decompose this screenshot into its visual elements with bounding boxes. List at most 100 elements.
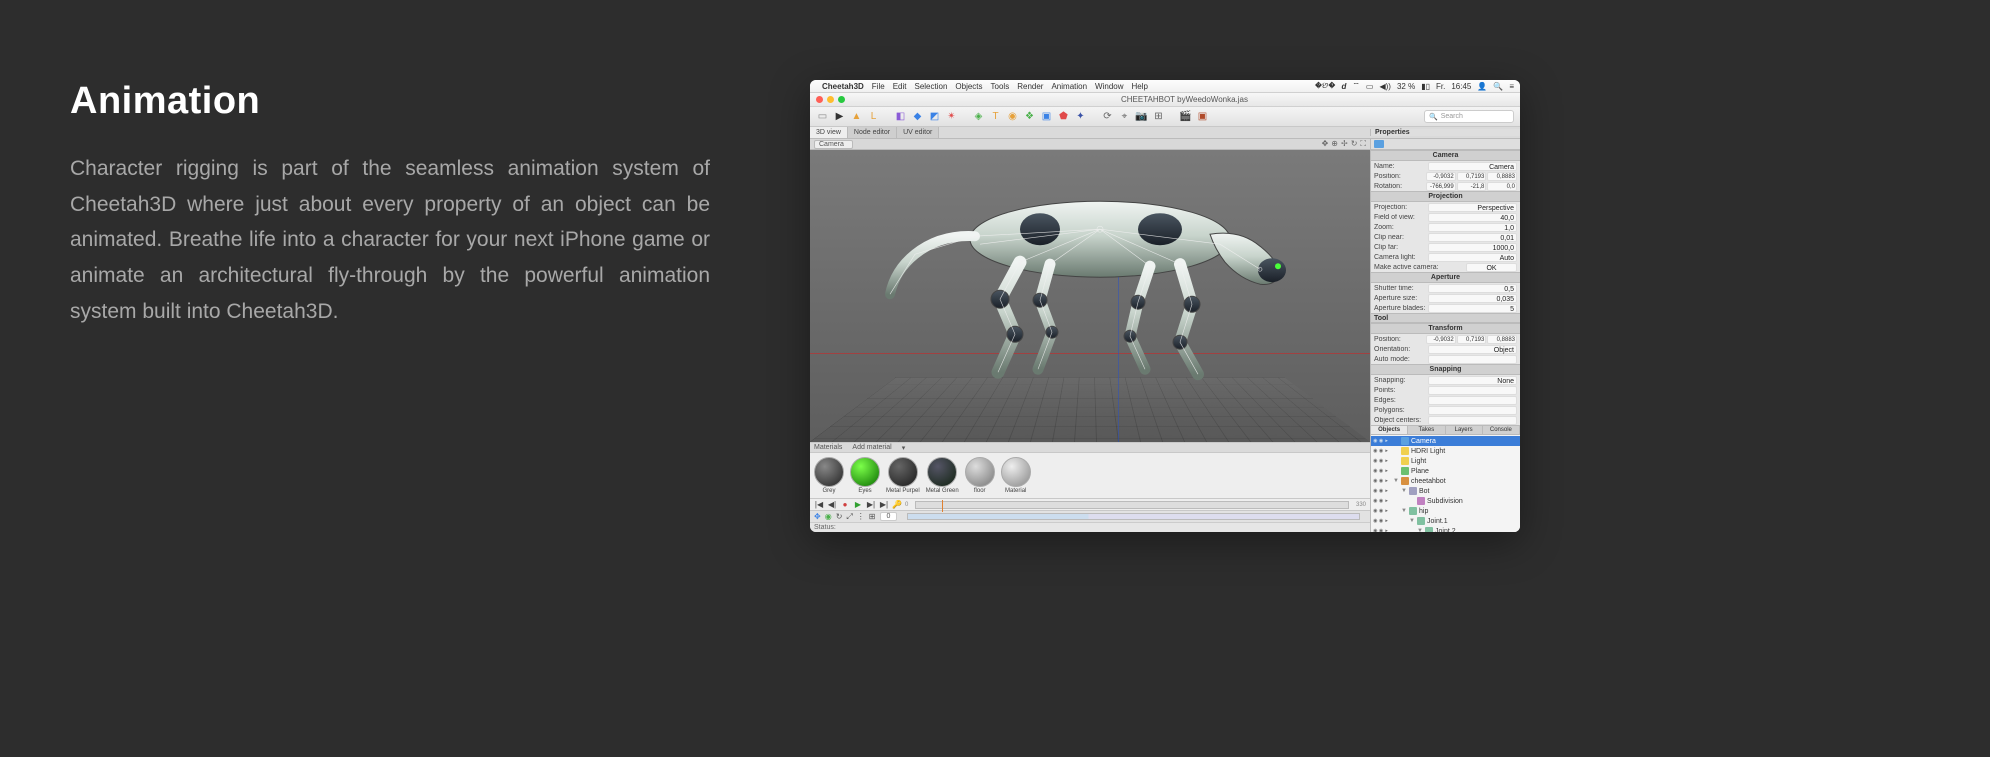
disclosure-icon[interactable]: ▼	[1417, 528, 1423, 532]
menu-app[interactable]: Cheetah3D	[822, 82, 864, 91]
toolbar-icon-6[interactable]: ◆	[911, 110, 924, 123]
toolbar-icon-12[interactable]: ◉	[1006, 110, 1019, 123]
menu-edit[interactable]: Edit	[893, 82, 907, 91]
prop-rotation-value[interactable]: -766,999-21,80,0	[1426, 182, 1517, 191]
toolbar-icon-21[interactable]: ⊞	[1152, 110, 1165, 123]
toolbar-icon-10[interactable]: ◈	[972, 110, 985, 123]
toolbar-icon-0[interactable]: ▭	[816, 110, 829, 123]
progress-bar[interactable]	[907, 513, 1360, 520]
chevron-down-icon[interactable]: ▾	[902, 444, 906, 452]
render-icon[interactable]: ◉	[1379, 519, 1384, 524]
tool-position[interactable]: -0,90320,71930,8883	[1426, 335, 1517, 344]
tool-move-icon[interactable]: ✥	[814, 512, 821, 521]
vp-nav-icon[interactable]: ✥	[1322, 139, 1329, 149]
material-eyes[interactable]: Eyes	[850, 457, 880, 494]
status-display-icon[interactable]: ▭	[1366, 82, 1374, 91]
tree-item-light[interactable]: ◉◉▸Light	[1371, 456, 1520, 466]
tree-item-joint-2[interactable]: ◉◉▸▼Joint.2	[1371, 526, 1520, 532]
render-icon[interactable]: ◉	[1379, 529, 1384, 533]
tab-takes[interactable]: Takes	[1408, 426, 1445, 434]
material-material[interactable]: Material	[1001, 457, 1031, 494]
render-icon[interactable]: ◉	[1379, 499, 1384, 504]
prop-projection[interactable]: Perspective	[1428, 203, 1517, 212]
tab-objects[interactable]: Objects	[1371, 426, 1408, 434]
toolbar-icon-14[interactable]: ▣	[1040, 110, 1053, 123]
material-floor[interactable]: floor	[965, 457, 995, 494]
render-icon[interactable]: ◉	[1379, 509, 1384, 514]
tree-item-joint-1[interactable]: ◉◉▸▼Joint.1	[1371, 516, 1520, 526]
material-grey[interactable]: Grey	[814, 457, 844, 494]
tool-automode[interactable]	[1428, 355, 1517, 364]
lock-icon[interactable]: ▸	[1384, 479, 1389, 484]
lock-icon[interactable]: ▸	[1384, 519, 1389, 524]
prop-fov[interactable]: 40,0	[1428, 213, 1517, 222]
status-volume-icon[interactable]: ◀))	[1379, 82, 1390, 91]
toolbar-icon-1[interactable]: ▶	[833, 110, 846, 123]
visibility-icon[interactable]: ◉	[1373, 529, 1378, 533]
vp-pan-icon[interactable]: ✢	[1341, 139, 1348, 149]
lock-icon[interactable]: ▸	[1384, 489, 1389, 494]
visibility-icon[interactable]: ◉	[1373, 509, 1378, 514]
prop-zoom[interactable]: 1,0	[1428, 223, 1517, 232]
maximize-button[interactable]	[838, 96, 845, 103]
toolbar-icon-13[interactable]: ❖	[1023, 110, 1036, 123]
status-user-icon[interactable]: 👤	[1477, 82, 1487, 91]
render-icon[interactable]: ◉	[1379, 479, 1384, 484]
visibility-icon[interactable]: ◉	[1373, 469, 1378, 474]
render-icon[interactable]: ◉	[1379, 489, 1384, 494]
status-dropbox-icon[interactable]: �છ�	[1315, 81, 1336, 91]
disclosure-icon[interactable]: ▼	[1393, 478, 1399, 484]
snap-points[interactable]	[1428, 386, 1517, 395]
lock-icon[interactable]: ▸	[1384, 529, 1389, 533]
menu-render[interactable]: Render	[1017, 82, 1043, 91]
prop-name-value[interactable]: Camera	[1428, 162, 1517, 171]
toolbar-icon-3[interactable]: L	[867, 110, 880, 123]
tree-item-plane[interactable]: ◉◉▸Plane	[1371, 466, 1520, 476]
lock-icon[interactable]: ▸	[1384, 449, 1389, 454]
toolbar-icon-19[interactable]: ⌖	[1118, 110, 1131, 123]
menu-selection[interactable]: Selection	[914, 82, 947, 91]
render-icon[interactable]: ◉	[1379, 439, 1384, 444]
prop-position-value[interactable]: -0,90320,71930,8883	[1426, 172, 1517, 181]
menu-objects[interactable]: Objects	[955, 82, 982, 91]
status-wifi-icon[interactable]: ⌔	[1352, 81, 1360, 91]
snap-centers[interactable]	[1428, 416, 1517, 425]
prop-clipfar[interactable]: 1000,0	[1428, 243, 1517, 252]
toolbar-icon-5[interactable]: ◧	[894, 110, 907, 123]
prop-clipnear[interactable]: 0,01	[1428, 233, 1517, 242]
snap-edges[interactable]	[1428, 396, 1517, 405]
lock-icon[interactable]: ▸	[1384, 499, 1389, 504]
visibility-icon[interactable]: ◉	[1373, 439, 1378, 444]
tab-console[interactable]: Console	[1483, 426, 1520, 434]
tree-item-subdivision[interactable]: ◉◉▸Subdivision	[1371, 496, 1520, 506]
toolbar-icon-7[interactable]: ◩	[928, 110, 941, 123]
menu-window[interactable]: Window	[1095, 82, 1123, 91]
vp-zoom-icon[interactable]: ⊕	[1331, 139, 1338, 149]
timeline-key-icon[interactable]: 🔑	[892, 500, 902, 509]
toolbar-icon-16[interactable]: ✦	[1074, 110, 1087, 123]
tab-uv-editor[interactable]: UV editor	[897, 127, 939, 138]
close-button[interactable]	[816, 96, 823, 103]
toolbar-icon-18[interactable]: ⟳	[1101, 110, 1114, 123]
menu-help[interactable]: Help	[1132, 82, 1148, 91]
add-material-button[interactable]: Add material	[852, 444, 891, 451]
tree-item-cheetahbot[interactable]: ◉◉▸▼cheetahbot	[1371, 476, 1520, 486]
timeline-record-button[interactable]: ●	[840, 500, 850, 509]
camera-select[interactable]: Camera	[814, 140, 853, 149]
tree-item-hip[interactable]: ◉◉▸▼hip	[1371, 506, 1520, 516]
minimize-button[interactable]	[827, 96, 834, 103]
visibility-icon[interactable]: ◉	[1373, 499, 1378, 504]
viewport-3d[interactable]	[810, 150, 1370, 442]
tool-misc-icon[interactable]: ⋮	[857, 512, 865, 521]
menu-tools[interactable]: Tools	[991, 82, 1010, 91]
tool-rotate-icon[interactable]: ↻	[836, 512, 843, 521]
disclosure-icon[interactable]: ▼	[1401, 488, 1407, 494]
material-metal-green[interactable]: Metal Green	[926, 457, 959, 494]
snap-polygons[interactable]	[1428, 406, 1517, 415]
visibility-icon[interactable]: ◉	[1373, 489, 1378, 494]
status-spotlight-icon[interactable]: 🔍	[1493, 82, 1503, 91]
toolbar-icon-23[interactable]: 🎬	[1179, 110, 1192, 123]
tree-item-bot[interactable]: ◉◉▸▼Bot	[1371, 486, 1520, 496]
toolbar-icon-15[interactable]: ⬟	[1057, 110, 1070, 123]
tool-select-icon[interactable]: ◉	[825, 512, 832, 521]
